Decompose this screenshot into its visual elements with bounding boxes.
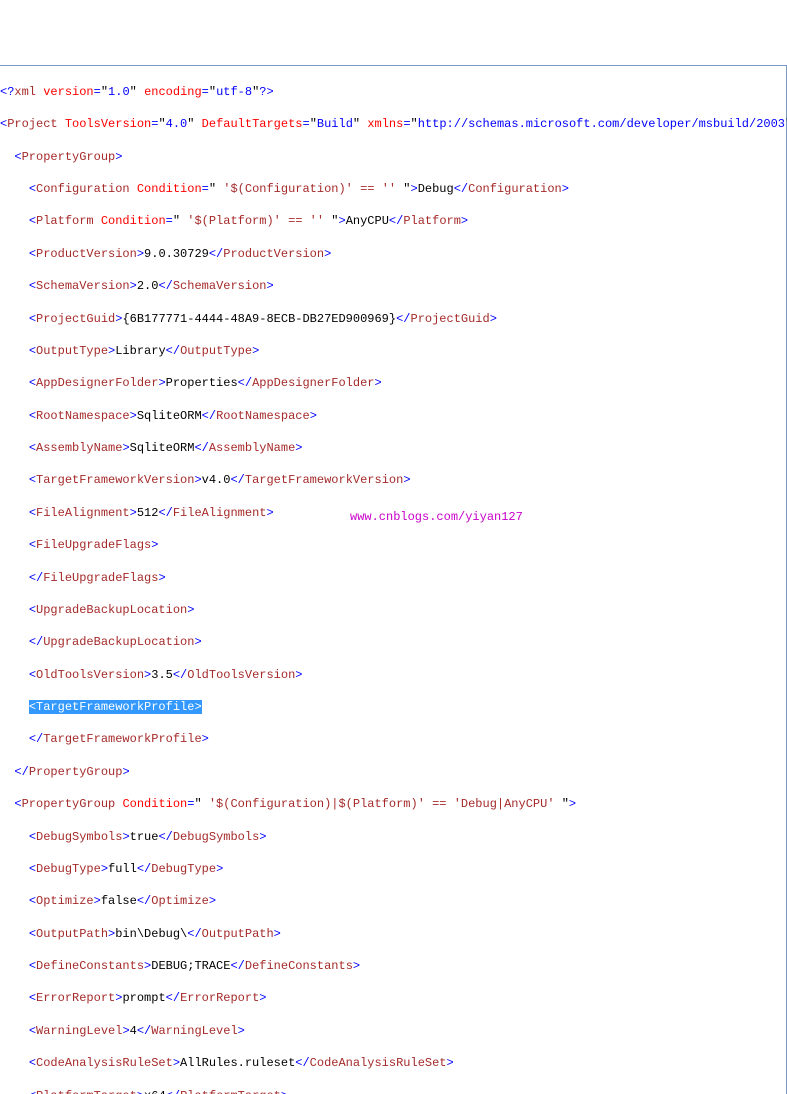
product-version-element: <ProductVersion>9.0.30729</ProductVersio… — [0, 246, 786, 262]
propertygroup1-close: </PropertyGroup> — [0, 764, 786, 780]
code-analysis-rule-set-element: <CodeAnalysisRuleSet>AllRules.ruleset</C… — [0, 1055, 786, 1071]
output-path-element: <OutputPath>bin\Debug\</OutputPath> — [0, 926, 786, 942]
target-framework-profile-open: <TargetFrameworkProfile> — [0, 699, 786, 715]
root-namespace-element: <RootNamespace>SqliteORM</RootNamespace> — [0, 408, 786, 424]
app-designer-folder-element: <AppDesignerFolder>Properties</AppDesign… — [0, 375, 786, 391]
file-upgrade-flags-open: <FileUpgradeFlags> — [0, 537, 786, 553]
platform-target-element: <PlatformTarget>x64</PlatformTarget> — [0, 1088, 786, 1094]
debug-symbols-element: <DebugSymbols>true</DebugSymbols> — [0, 829, 786, 845]
upgrade-backup-location-open: <UpgradeBackupLocation> — [0, 602, 786, 618]
old-tools-version-element: <OldToolsVersion>3.5</OldToolsVersion> — [0, 667, 786, 683]
platform-element: <Platform Condition=" '$(Platform)' == '… — [0, 213, 786, 229]
error-report-element: <ErrorReport>prompt</ErrorReport> — [0, 990, 786, 1006]
schema-version-element: <SchemaVersion>2.0</SchemaVersion> — [0, 278, 786, 294]
define-constants-element: <DefineConstants>DEBUG;TRACE</DefineCons… — [0, 958, 786, 974]
output-type-element: <OutputType>Library</OutputType> — [0, 343, 786, 359]
debug-type-element: <DebugType>full</DebugType> — [0, 861, 786, 877]
propertygroup1-open: <PropertyGroup> — [0, 149, 786, 165]
warning-level-element: <WarningLevel>4</WarningLevel> — [0, 1023, 786, 1039]
target-framework-profile-close: </TargetFrameworkProfile> — [0, 731, 786, 747]
selected-text[interactable]: <TargetFrameworkProfile> — [29, 700, 202, 714]
file-upgrade-flags-close: </FileUpgradeFlags> — [0, 570, 786, 586]
project-open: <Project ToolsVersion="4.0" DefaultTarge… — [0, 116, 786, 132]
xml-declaration: <?xml version="1.0" encoding="utf-8"?> — [0, 84, 786, 100]
assembly-name-element: <AssemblyName>SqliteORM</AssemblyName> — [0, 440, 786, 456]
xml-editor: <?xml version="1.0" encoding="utf-8"?> <… — [0, 65, 787, 1094]
target-framework-version-element: <TargetFrameworkVersion>v4.0</TargetFram… — [0, 472, 786, 488]
upgrade-backup-location-close: </UpgradeBackupLocation> — [0, 634, 786, 650]
optimize-element: <Optimize>false</Optimize> — [0, 893, 786, 909]
watermark-text: www.cnblogs.com/yiyan127 — [350, 509, 523, 525]
project-guid-element: <ProjectGuid>{6B177771-4444-48A9-8ECB-DB… — [0, 311, 786, 327]
propertygroup2-open: <PropertyGroup Condition=" '$(Configurat… — [0, 796, 786, 812]
configuration-element: <Configuration Condition=" '$(Configurat… — [0, 181, 786, 197]
